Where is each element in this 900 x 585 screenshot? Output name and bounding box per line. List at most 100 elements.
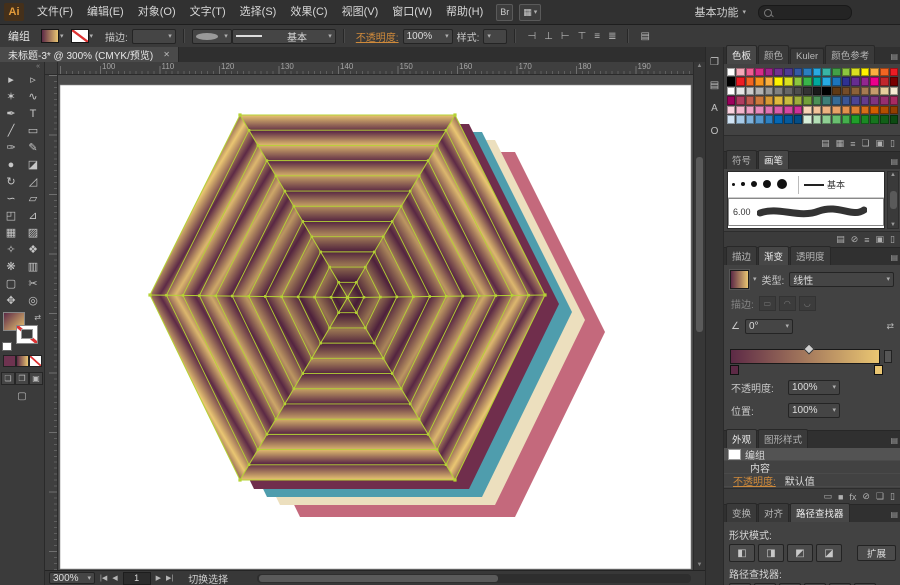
none-button[interactable]: [28, 355, 42, 367]
stroke-width-dropdown[interactable]: ▾: [131, 28, 176, 44]
tab[interactable]: 对齐: [758, 503, 790, 522]
swatch[interactable]: [784, 115, 793, 125]
new-brush-icon[interactable]: ▣: [876, 234, 885, 245]
swatch[interactable]: [822, 96, 832, 105]
zoom-tool[interactable]: ◎: [22, 292, 44, 309]
swatch[interactable]: [832, 77, 841, 86]
swatch[interactable]: [870, 105, 879, 115]
artboard-number-field[interactable]: 1: [122, 571, 151, 585]
menu-item[interactable]: 帮助(H): [439, 0, 490, 24]
rotate-tool[interactable]: ↻: [0, 173, 22, 190]
draw-inside-mode-button[interactable]: ▣: [29, 372, 43, 385]
swatch[interactable]: [860, 86, 870, 96]
document-tab[interactable]: 未标题-3* @ 300% (CMYK/预览) ✕: [0, 47, 179, 62]
style-dropdown[interactable]: ▾: [483, 28, 508, 44]
swatch[interactable]: [774, 105, 784, 115]
workspace-switcher[interactable]: 基本功能 ▾: [694, 4, 746, 20]
swatch[interactable]: [860, 77, 870, 86]
bridge-button[interactable]: Br: [496, 3, 514, 21]
control-panel-menu-icon[interactable]: ▤: [636, 31, 653, 42]
swatch[interactable]: [745, 115, 755, 125]
appearance-opacity-link[interactable]: 不透明度:: [733, 473, 776, 488]
swatch[interactable]: [726, 67, 736, 77]
swatch[interactable]: [784, 105, 793, 115]
swatch[interactable]: [803, 77, 812, 86]
swap-fill-stroke-icon[interactable]: ⇄: [34, 313, 41, 322]
width-profile-dropdown[interactable]: ▾: [191, 28, 232, 44]
scroll-up-icon[interactable]: ▲: [890, 172, 896, 178]
tab[interactable]: 透明度: [790, 246, 831, 265]
swatch[interactable]: [851, 77, 860, 86]
new-swatch-icon[interactable]: ▣: [876, 138, 885, 149]
color-button[interactable]: [2, 355, 16, 367]
swatch[interactable]: [870, 77, 879, 86]
panel-menu-icon[interactable]: ▤: [890, 52, 898, 61]
swatch[interactable]: [851, 86, 860, 96]
swatch[interactable]: [793, 67, 803, 77]
menu-item[interactable]: 文字(T): [183, 0, 233, 24]
expand-button[interactable]: 扩展: [856, 545, 896, 561]
gradient-thumbnail[interactable]: [730, 270, 749, 289]
draw-behind-mode-button[interactable]: ❐: [15, 372, 29, 385]
swatch[interactable]: [764, 67, 774, 77]
swatch[interactable]: [880, 115, 889, 125]
swatch[interactable]: [851, 105, 860, 115]
lasso-tool[interactable]: ∿: [22, 88, 44, 105]
swatch[interactable]: [764, 77, 774, 86]
tab[interactable]: 路径查找器: [790, 503, 850, 522]
swatch[interactable]: [812, 115, 822, 125]
tab[interactable]: 符号: [726, 150, 758, 169]
swatch[interactable]: [841, 96, 851, 105]
menu-item[interactable]: 视图(V): [335, 0, 386, 24]
stroke-color-swatch[interactable]: ▾: [70, 29, 93, 43]
calligraphic-brush-row[interactable]: 基本: [728, 172, 884, 198]
tab[interactable]: 图形样式: [758, 429, 809, 448]
menu-item[interactable]: 对象(O): [131, 0, 183, 24]
swatch[interactable]: [889, 105, 899, 115]
swatch[interactable]: [822, 86, 832, 96]
gradient-position-dropdown[interactable]: 100% ▾: [788, 403, 840, 418]
opacity-link[interactable]: 不透明度:: [356, 29, 399, 44]
pencil-tool[interactable]: ✎: [22, 139, 44, 156]
appearance-row-opacity[interactable]: 不透明度: 默认值: [724, 473, 900, 488]
arrange-documents-button[interactable]: ▦ ▾: [519, 3, 542, 21]
swatch[interactable]: [860, 105, 870, 115]
perspective-grid-tool[interactable]: ⊿: [22, 207, 44, 224]
new-fill-icon[interactable]: ■: [838, 492, 843, 502]
swatch[interactable]: [832, 86, 841, 96]
swatch[interactable]: [822, 105, 832, 115]
menu-item[interactable]: 窗口(W): [385, 0, 439, 24]
search-input[interactable]: [758, 4, 852, 20]
art-brush-row[interactable]: 6.00: [728, 198, 884, 226]
swatch[interactable]: [803, 96, 812, 105]
swatch[interactable]: [841, 115, 851, 125]
tab[interactable]: 颜色: [758, 45, 790, 64]
delete-swatch-icon[interactable]: ▯: [890, 138, 895, 149]
swatch[interactable]: [736, 105, 745, 115]
swatch[interactable]: [784, 96, 793, 105]
swatch[interactable]: [764, 115, 774, 125]
close-icon[interactable]: ✕: [163, 50, 170, 59]
swatch[interactable]: [860, 115, 870, 125]
eraser-tool[interactable]: ◪: [22, 156, 44, 173]
menu-item[interactable]: 文件(F): [30, 0, 80, 24]
swatch[interactable]: [889, 86, 899, 96]
canvas[interactable]: [58, 75, 693, 570]
scroll-down-icon[interactable]: ▼: [890, 222, 896, 228]
swatch[interactable]: [822, 67, 832, 77]
rectangle-tool[interactable]: ▭: [22, 122, 44, 139]
swatch[interactable]: [774, 86, 784, 96]
swatch[interactable]: [870, 67, 879, 77]
swatch[interactable]: [726, 115, 736, 125]
swatch[interactable]: [803, 115, 812, 125]
free-transform-tool[interactable]: ▱: [22, 190, 44, 207]
line-segment-tool[interactable]: ╱: [0, 122, 22, 139]
unite-icon[interactable]: ◧: [729, 544, 755, 562]
swatch[interactable]: [860, 96, 870, 105]
zoom-level-dropdown[interactable]: 300% ▾: [49, 572, 95, 584]
duplicate-item-icon[interactable]: ❏: [876, 491, 884, 502]
swatch[interactable]: [755, 86, 764, 96]
swatch[interactable]: [726, 77, 736, 86]
swatch[interactable]: [736, 67, 745, 77]
swatch[interactable]: [793, 105, 803, 115]
